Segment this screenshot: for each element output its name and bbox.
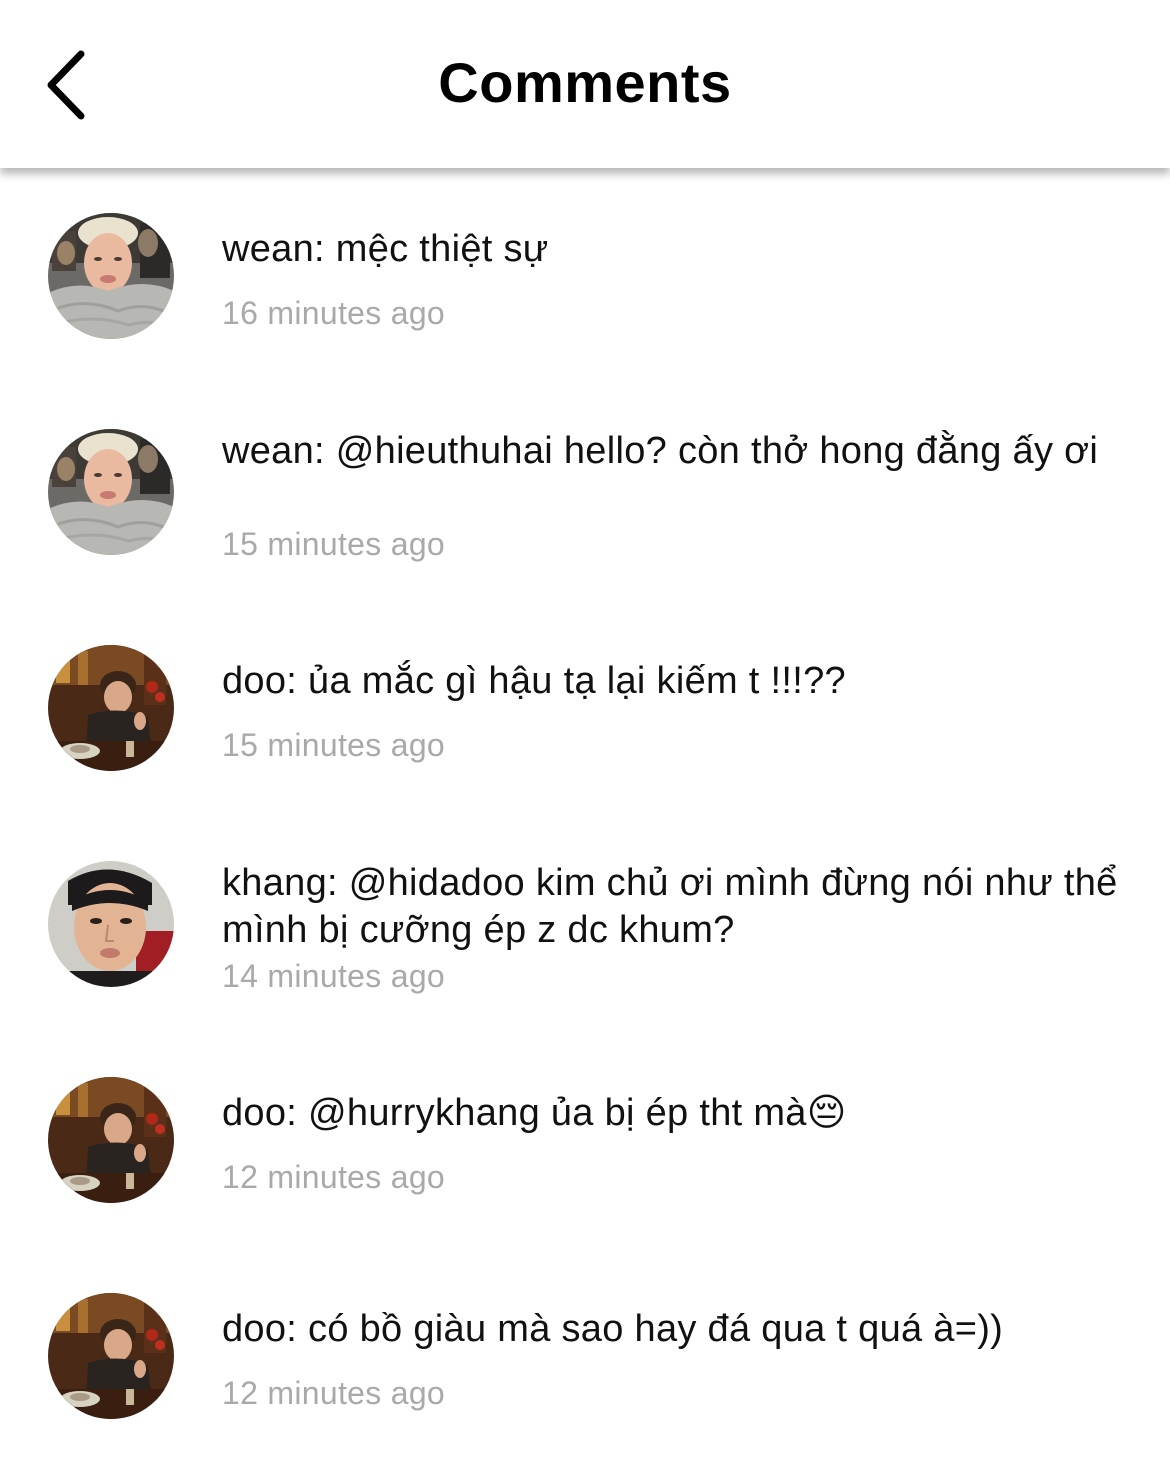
comment-item[interactable]: khang: @hidadoo kim chủ ơi mình đừng nói… <box>0 816 1170 1016</box>
comment-text: wean: mệc thiệt sự <box>222 228 549 270</box>
comment-text: doo: ủa mắc gì hậu tạ lại kiếm t !!!?? <box>222 660 846 702</box>
avatar[interactable] <box>48 429 174 555</box>
avatar[interactable] <box>48 1293 174 1419</box>
comment-time: 15 minutes ago <box>222 526 446 562</box>
comment-text: doo: @hurrykhang ủa bị ép tht mà😔 <box>222 1092 847 1134</box>
comment-text: doo: có bồ giàu mà sao hay đá qua t quá … <box>222 1308 1004 1350</box>
comment-time: 14 minutes ago <box>222 958 446 994</box>
comment-time: 15 minutes ago <box>222 727 446 763</box>
comment-text: khang: @hidadoo kim chủ ơi mình đừng nói… <box>222 862 1118 951</box>
avatar[interactable] <box>48 213 174 339</box>
avatar[interactable] <box>48 645 174 771</box>
comment-time: 12 minutes ago <box>222 1375 446 1411</box>
page-title: Comments <box>438 51 732 114</box>
comment-item[interactable]: wean: mệc thiệt sự 16 minutes ago <box>0 168 1170 368</box>
comment-text: wean: @hieuthuhai hello? còn thở hong đằ… <box>222 430 1099 472</box>
comment-time: 16 minutes ago <box>222 295 446 331</box>
comment-time: 12 minutes ago <box>222 1159 446 1195</box>
comment-item[interactable]: doo: ủa mắc gì hậu tạ lại kiếm t !!!?? 1… <box>0 600 1170 800</box>
comment-item[interactable]: doo: có bồ giàu mà sao hay đá qua t quá … <box>0 1248 1170 1448</box>
avatar[interactable] <box>48 861 174 987</box>
header-bar: Comments <box>0 0 1170 168</box>
comment-item[interactable]: doo: @hurrykhang ủa bị ép tht mà😔 12 min… <box>0 1032 1170 1232</box>
avatar[interactable] <box>48 1077 174 1203</box>
comment-item[interactable]: wean: @hieuthuhai hello? còn thở hong đằ… <box>0 384 1170 584</box>
